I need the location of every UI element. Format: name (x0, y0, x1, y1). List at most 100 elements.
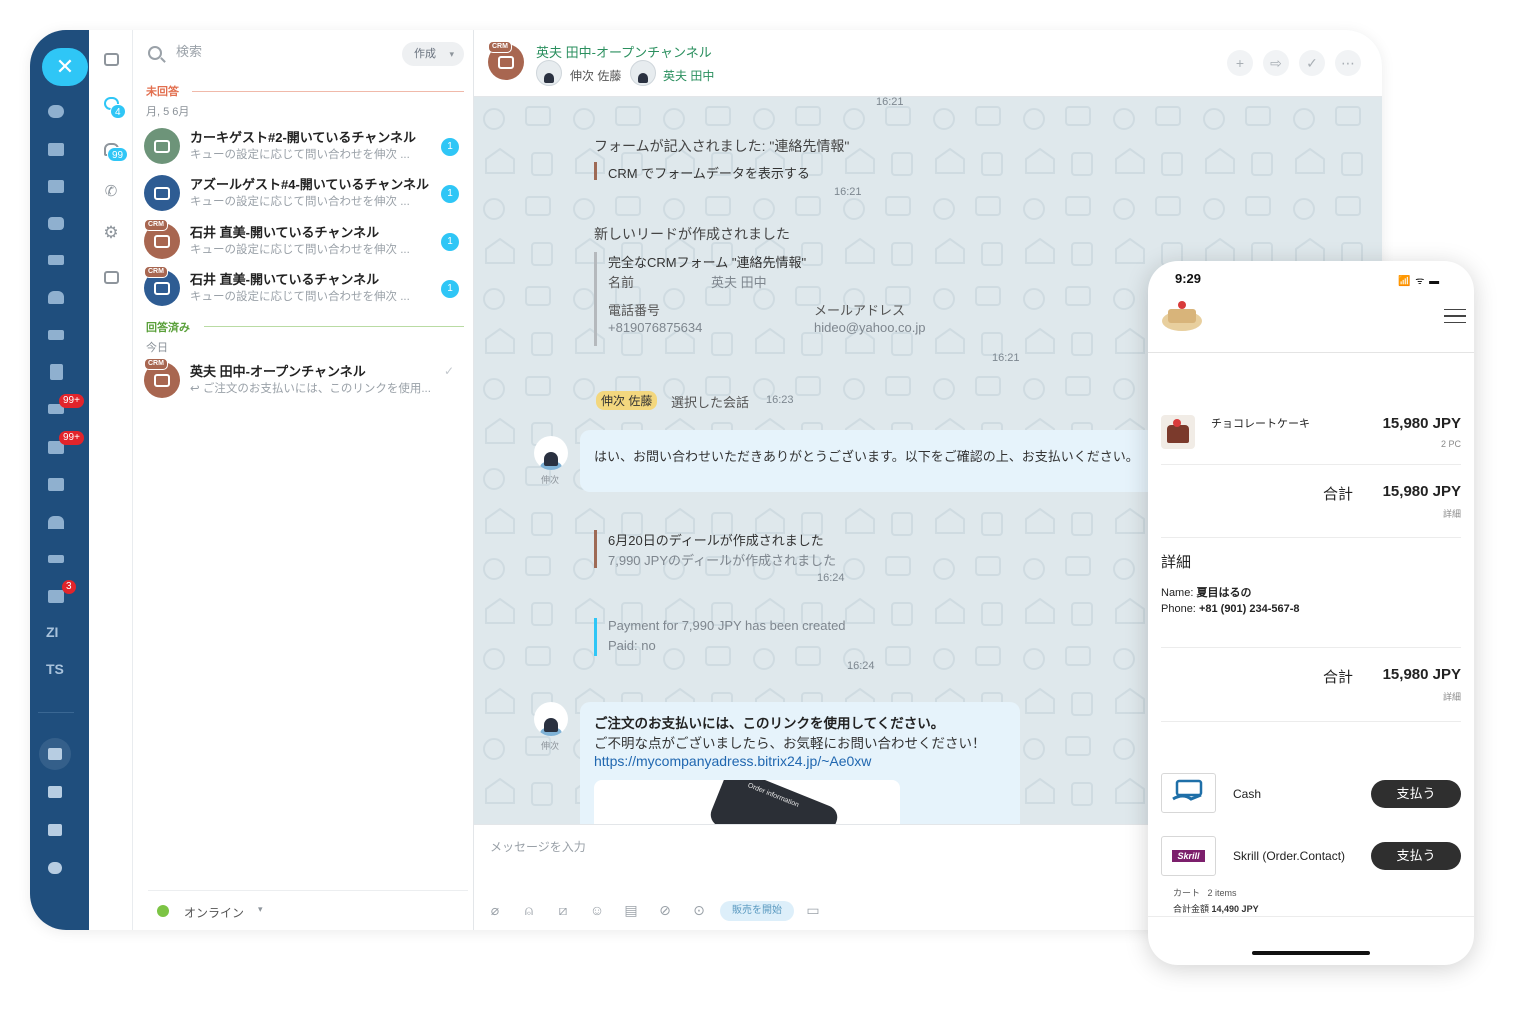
order-preview-image[interactable]: Order information (594, 780, 900, 824)
customer-name-row: Name: 夏目はるの (1161, 587, 1252, 599)
conversation-item[interactable]: カーキゲスト#2-開いているチャンネル キューの設定に応じて問い合わせを伸次 .… (144, 124, 466, 168)
docs-icon[interactable] (45, 363, 67, 381)
chat-title[interactable]: 英夫 田中-オープンチャンネル (536, 42, 712, 61)
answered-date: 今日 (146, 342, 168, 354)
conversation-preview: ↩ ご注文のお支払いには、このリンクを使用... (190, 383, 431, 395)
member-avatar[interactable] (630, 60, 656, 86)
chat-icon[interactable] (45, 214, 67, 232)
close-button[interactable]: ✕ (42, 48, 88, 86)
chats-icon[interactable] (101, 50, 121, 68)
quote-bar (594, 162, 597, 180)
conversation-item[interactable]: CRM 石井 直美-開いているチャンネル キューの設定に応じて問い合わせを伸次 … (144, 219, 466, 263)
divider (1161, 537, 1461, 538)
settings-icon[interactable]: ⚙ (101, 223, 121, 242)
groups-icon[interactable] (45, 288, 67, 306)
message-input[interactable] (490, 835, 1090, 859)
total-label: 合計 (1323, 486, 1354, 503)
conversation-title: カーキゲスト#2-開いているチャンネル (190, 130, 417, 145)
payment-link[interactable]: https://mycompanyadress.bitrix24.jp/~Ae0… (594, 753, 871, 769)
member-name[interactable]: 英夫 田中 (663, 67, 714, 84)
sale-icon[interactable]: ⊙ (690, 901, 708, 919)
sign-icon[interactable] (45, 550, 67, 568)
finish-button[interactable]: ✓ (1299, 50, 1325, 76)
status-selector[interactable]: オンライン (184, 904, 244, 921)
chat-header: CRM 英夫 田中-オープンチャンネル 伸次 佐藤 英夫 田中 + ⇨ ✓ ⋯ (474, 30, 1382, 97)
sender-avatar[interactable] (534, 702, 568, 736)
more-icon[interactable] (39, 852, 71, 884)
cash-payment-icon (1161, 773, 1216, 813)
start-sale-button[interactable]: 販売を開始 (720, 901, 794, 921)
conversation-item[interactable]: アズールゲスト#4-開いているチャンネル キューの設定に応じて問い合わせを伸次 … (144, 171, 466, 215)
conversation-item[interactable]: CRM 石井 直美-開いているチャンネル キューの設定に応じて問い合わせを伸次 … (144, 266, 466, 310)
conversation-item[interactable]: CRM 英夫 田中-オープンチャンネル ↩ ご注文のお支払いには、このリンクを使… (144, 358, 466, 402)
drive-icon[interactable] (45, 326, 67, 344)
notifications-badge: 99 (107, 147, 129, 162)
phone-icon[interactable]: ✆ (101, 182, 121, 200)
screen-icon[interactable]: ▭ (804, 901, 822, 919)
home-indicator[interactable] (1252, 951, 1370, 955)
crm-tag: CRM (144, 219, 168, 231)
messenger-nav: 4 99 ✆ ⚙ (89, 30, 133, 930)
add-user-button[interactable]: + (1227, 50, 1253, 76)
tasks-list-icon[interactable] (101, 268, 121, 286)
message-time: 16:21 (834, 186, 862, 198)
robot-icon[interactable] (39, 814, 71, 846)
quote-bar (594, 252, 597, 346)
payment-method-name: Skrill (Order.Contact) (1233, 849, 1346, 863)
home-icon[interactable] (45, 513, 67, 531)
calendar-icon[interactable] (45, 177, 67, 195)
member-name[interactable]: 伸次 佐藤 (570, 67, 621, 84)
rail-item-zi[interactable]: ZI (46, 624, 58, 640)
pay-button[interactable]: 支払う (1371, 842, 1461, 870)
cart-icon[interactable] (39, 738, 71, 770)
conversation-title: 石井 直美-開いているチャンネル (190, 225, 380, 240)
box-icon[interactable] (39, 776, 71, 808)
details-link[interactable]: 詳細 (1443, 507, 1461, 520)
crm-form-link[interactable]: CRM でフォームデータを表示する (608, 163, 810, 182)
rail-item-ts[interactable]: TS (46, 661, 64, 677)
conversation-preview: キューの設定に応じて問い合わせを伸次 ... (190, 196, 410, 208)
read-check-icon: ✓ (444, 364, 455, 378)
divider (1148, 352, 1474, 353)
openlines-icon[interactable] (45, 102, 67, 120)
product-quantity: 2 PC (1440, 439, 1461, 449)
pay-button[interactable]: 支払う (1371, 780, 1461, 808)
conversation-preview: キューの設定に応じて問い合わせを伸次 ... (190, 149, 410, 161)
hide-icon[interactable]: ⊘ (656, 901, 674, 919)
deal-title: 6月20日のディールが作成されました (608, 533, 824, 548)
crm-tag: CRM (488, 41, 512, 53)
template-icon[interactable]: ▤ (622, 901, 640, 919)
member-avatar[interactable] (536, 60, 562, 86)
payment-message-title: ご注文のお支払いには、このリンクを使用してください。 (594, 716, 945, 731)
chat-icon (154, 373, 170, 387)
message-time: 16:23 (766, 394, 794, 406)
paperclip-icon[interactable]: ⌀ (486, 901, 504, 919)
search-icon (148, 46, 162, 60)
sender-avatar[interactable] (534, 436, 568, 470)
unanswered-label: 未回答 (146, 86, 179, 98)
cart-summary: カート 2 items (1173, 888, 1237, 898)
total-value: 15,980 JPY (1382, 666, 1461, 683)
contact-center-icon[interactable] (45, 475, 67, 493)
slash-icon[interactable]: ⧄ (554, 901, 572, 919)
create-button[interactable]: 作成 (402, 42, 464, 66)
message-text: はい、お問い合わせいただきありがとうございます。以下をご確認の上、お支払いくださ… (594, 449, 1139, 464)
divider (1161, 647, 1461, 648)
transfer-button[interactable]: ⇨ (1263, 50, 1289, 76)
chat-icon (154, 234, 170, 248)
smile-icon[interactable]: ☺ (588, 901, 606, 919)
product-image[interactable] (1161, 415, 1195, 449)
product-name[interactable]: チョコレートケーキ (1211, 415, 1310, 431)
mail-icon[interactable] (45, 251, 67, 269)
phone-label: 電話番号 (608, 303, 661, 318)
selected-user-tag[interactable]: 伸次 佐藤 (596, 391, 658, 410)
hamburger-menu-icon[interactable] (1444, 309, 1466, 323)
feed-icon[interactable] (45, 140, 67, 158)
shop-logo-icon[interactable] (1160, 299, 1204, 333)
more-button[interactable]: ⋯ (1335, 50, 1361, 76)
contact-icon[interactable]: ⍝ (520, 901, 538, 919)
chevron-down-icon[interactable]: ▾ (258, 904, 263, 915)
message-time: 16:24 (817, 572, 845, 584)
details-link[interactable]: 詳細 (1443, 690, 1461, 703)
search-input[interactable] (176, 44, 376, 59)
